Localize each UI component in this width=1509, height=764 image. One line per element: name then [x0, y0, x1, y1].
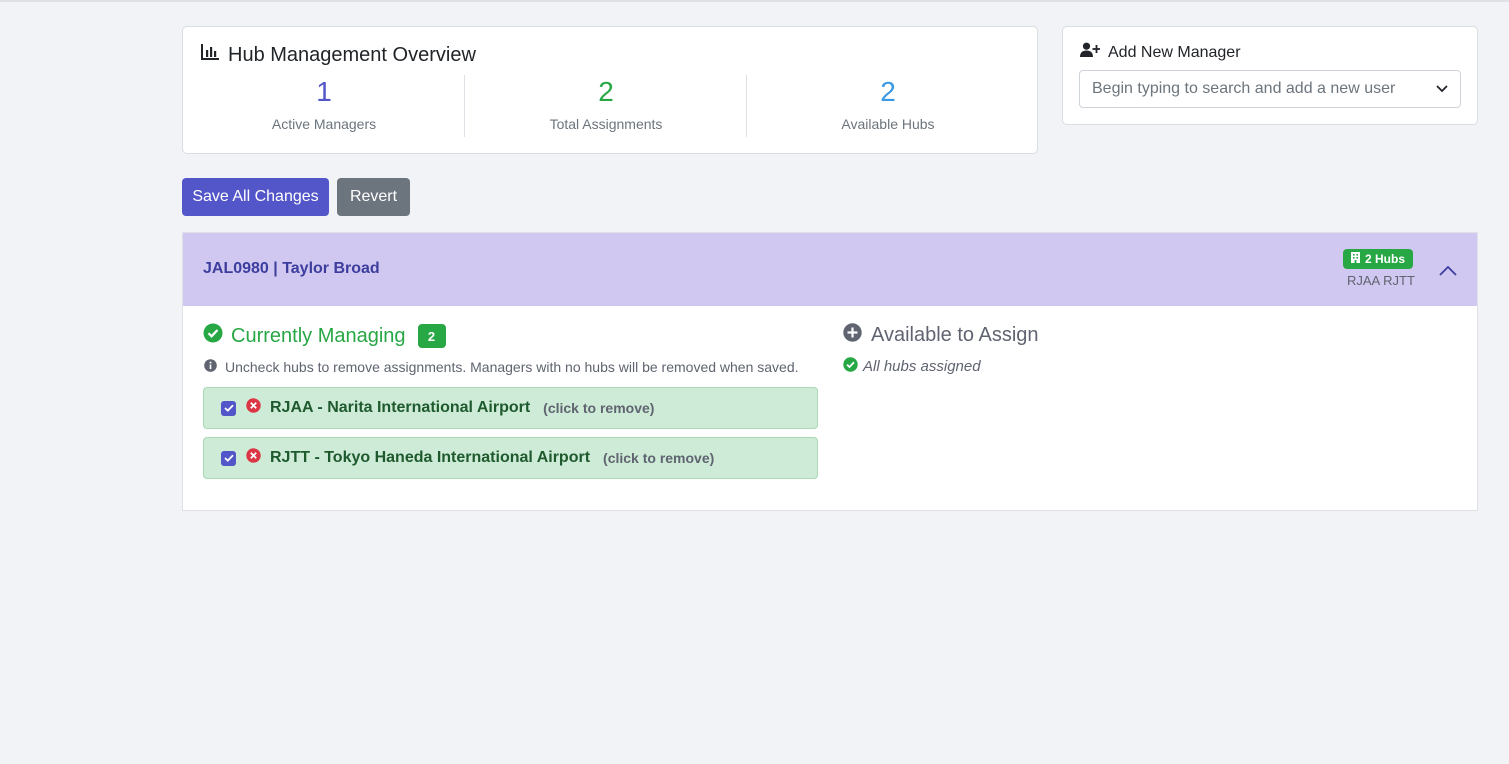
add-manager-title: Add New Manager [1080, 42, 1241, 63]
add-manager-card: Add New Manager Begin typing to search a… [1062, 26, 1478, 125]
stat-total-assignments: 2 Total Assignments [464, 75, 747, 139]
user-plus-icon [1080, 42, 1101, 63]
hub-assignment-row[interactable]: RJAA - Narita International Airport (cli… [203, 387, 818, 429]
overview-title-text: Hub Management Overview [228, 43, 476, 66]
stat-label: Total Assignments [549, 116, 663, 132]
check-circle-icon [843, 357, 858, 376]
instruction-note: Uncheck hubs to remove assignments. Mana… [204, 359, 799, 375]
overview-title: Hub Management Overview [200, 43, 476, 67]
manager-name: JAL0980 | Taylor Broad [203, 260, 380, 277]
manager-panel-header[interactable]: JAL0980 | Taylor Broad 2 Hubs RJAA RJTT [183, 233, 1477, 306]
managing-count-badge: 2 [417, 324, 446, 348]
stat-available-hubs: 2 Available Hubs [746, 75, 1029, 139]
stat-label: Active Managers [271, 116, 377, 132]
bar-chart-icon [200, 43, 220, 67]
add-manager-title-text: Add New Manager [1108, 43, 1241, 61]
hub-codes: RJAA RJTT [1347, 273, 1415, 288]
overview-card: Hub Management Overview 1 Active Manager… [182, 26, 1038, 154]
checkbox-icon[interactable] [221, 400, 236, 416]
save-all-changes-button[interactable]: Save All Changes [182, 178, 329, 216]
stats-row: 1 Active Managers 2 Total Assignments 2 … [183, 75, 1039, 139]
user-search-select[interactable]: Begin typing to search and add a new use… [1079, 70, 1461, 108]
check-circle-icon [203, 323, 223, 349]
all-assigned-note: All hubs assigned [843, 357, 981, 376]
user-search-placeholder: Begin typing to search and add a new use… [1092, 80, 1396, 97]
info-icon [204, 359, 217, 375]
plus-circle-icon [843, 323, 862, 348]
hub-name: RJAA - Narita International Airport [270, 399, 531, 416]
checkbox-icon[interactable] [221, 450, 236, 466]
available-to-assign-title: Available to Assign [871, 324, 1039, 346]
stat-value: 1 [316, 76, 332, 107]
available-to-assign-heading: Available to Assign [843, 323, 1039, 348]
hub-assignment-row[interactable]: RJTT - Tokyo Haneda International Airpor… [203, 437, 818, 479]
hub-count-badge: 2 Hubs [1343, 249, 1414, 269]
building-icon [1351, 252, 1360, 266]
manager-panel: JAL0980 | Taylor Broad 2 Hubs RJAA RJTT [182, 232, 1478, 511]
stat-label: Available Hubs [841, 116, 935, 132]
remove-circle-icon[interactable] [246, 398, 261, 418]
stat-value: 2 [598, 76, 614, 107]
chevron-up-icon[interactable] [1439, 263, 1457, 281]
stat-value: 2 [880, 76, 896, 107]
hub-remove-hint: (click to remove) [543, 400, 655, 416]
instruction-note-text: Uncheck hubs to remove assignments. Mana… [225, 359, 799, 375]
top-border [0, 0, 1509, 2]
revert-button[interactable]: Revert [337, 178, 410, 216]
all-assigned-text: All hubs assigned [863, 358, 981, 375]
hub-remove-hint: (click to remove) [603, 450, 715, 466]
remove-circle-icon[interactable] [246, 448, 261, 468]
chevron-down-icon [1436, 80, 1448, 98]
currently-managing-title: Currently Managing [231, 324, 406, 347]
hub-count-text: 2 Hubs [1365, 252, 1406, 266]
stat-active-managers: 1 Active Managers [183, 75, 465, 139]
hub-name: RJTT - Tokyo Haneda International Airpor… [270, 449, 591, 466]
currently-managing-heading: Currently Managing 2 [203, 323, 446, 349]
